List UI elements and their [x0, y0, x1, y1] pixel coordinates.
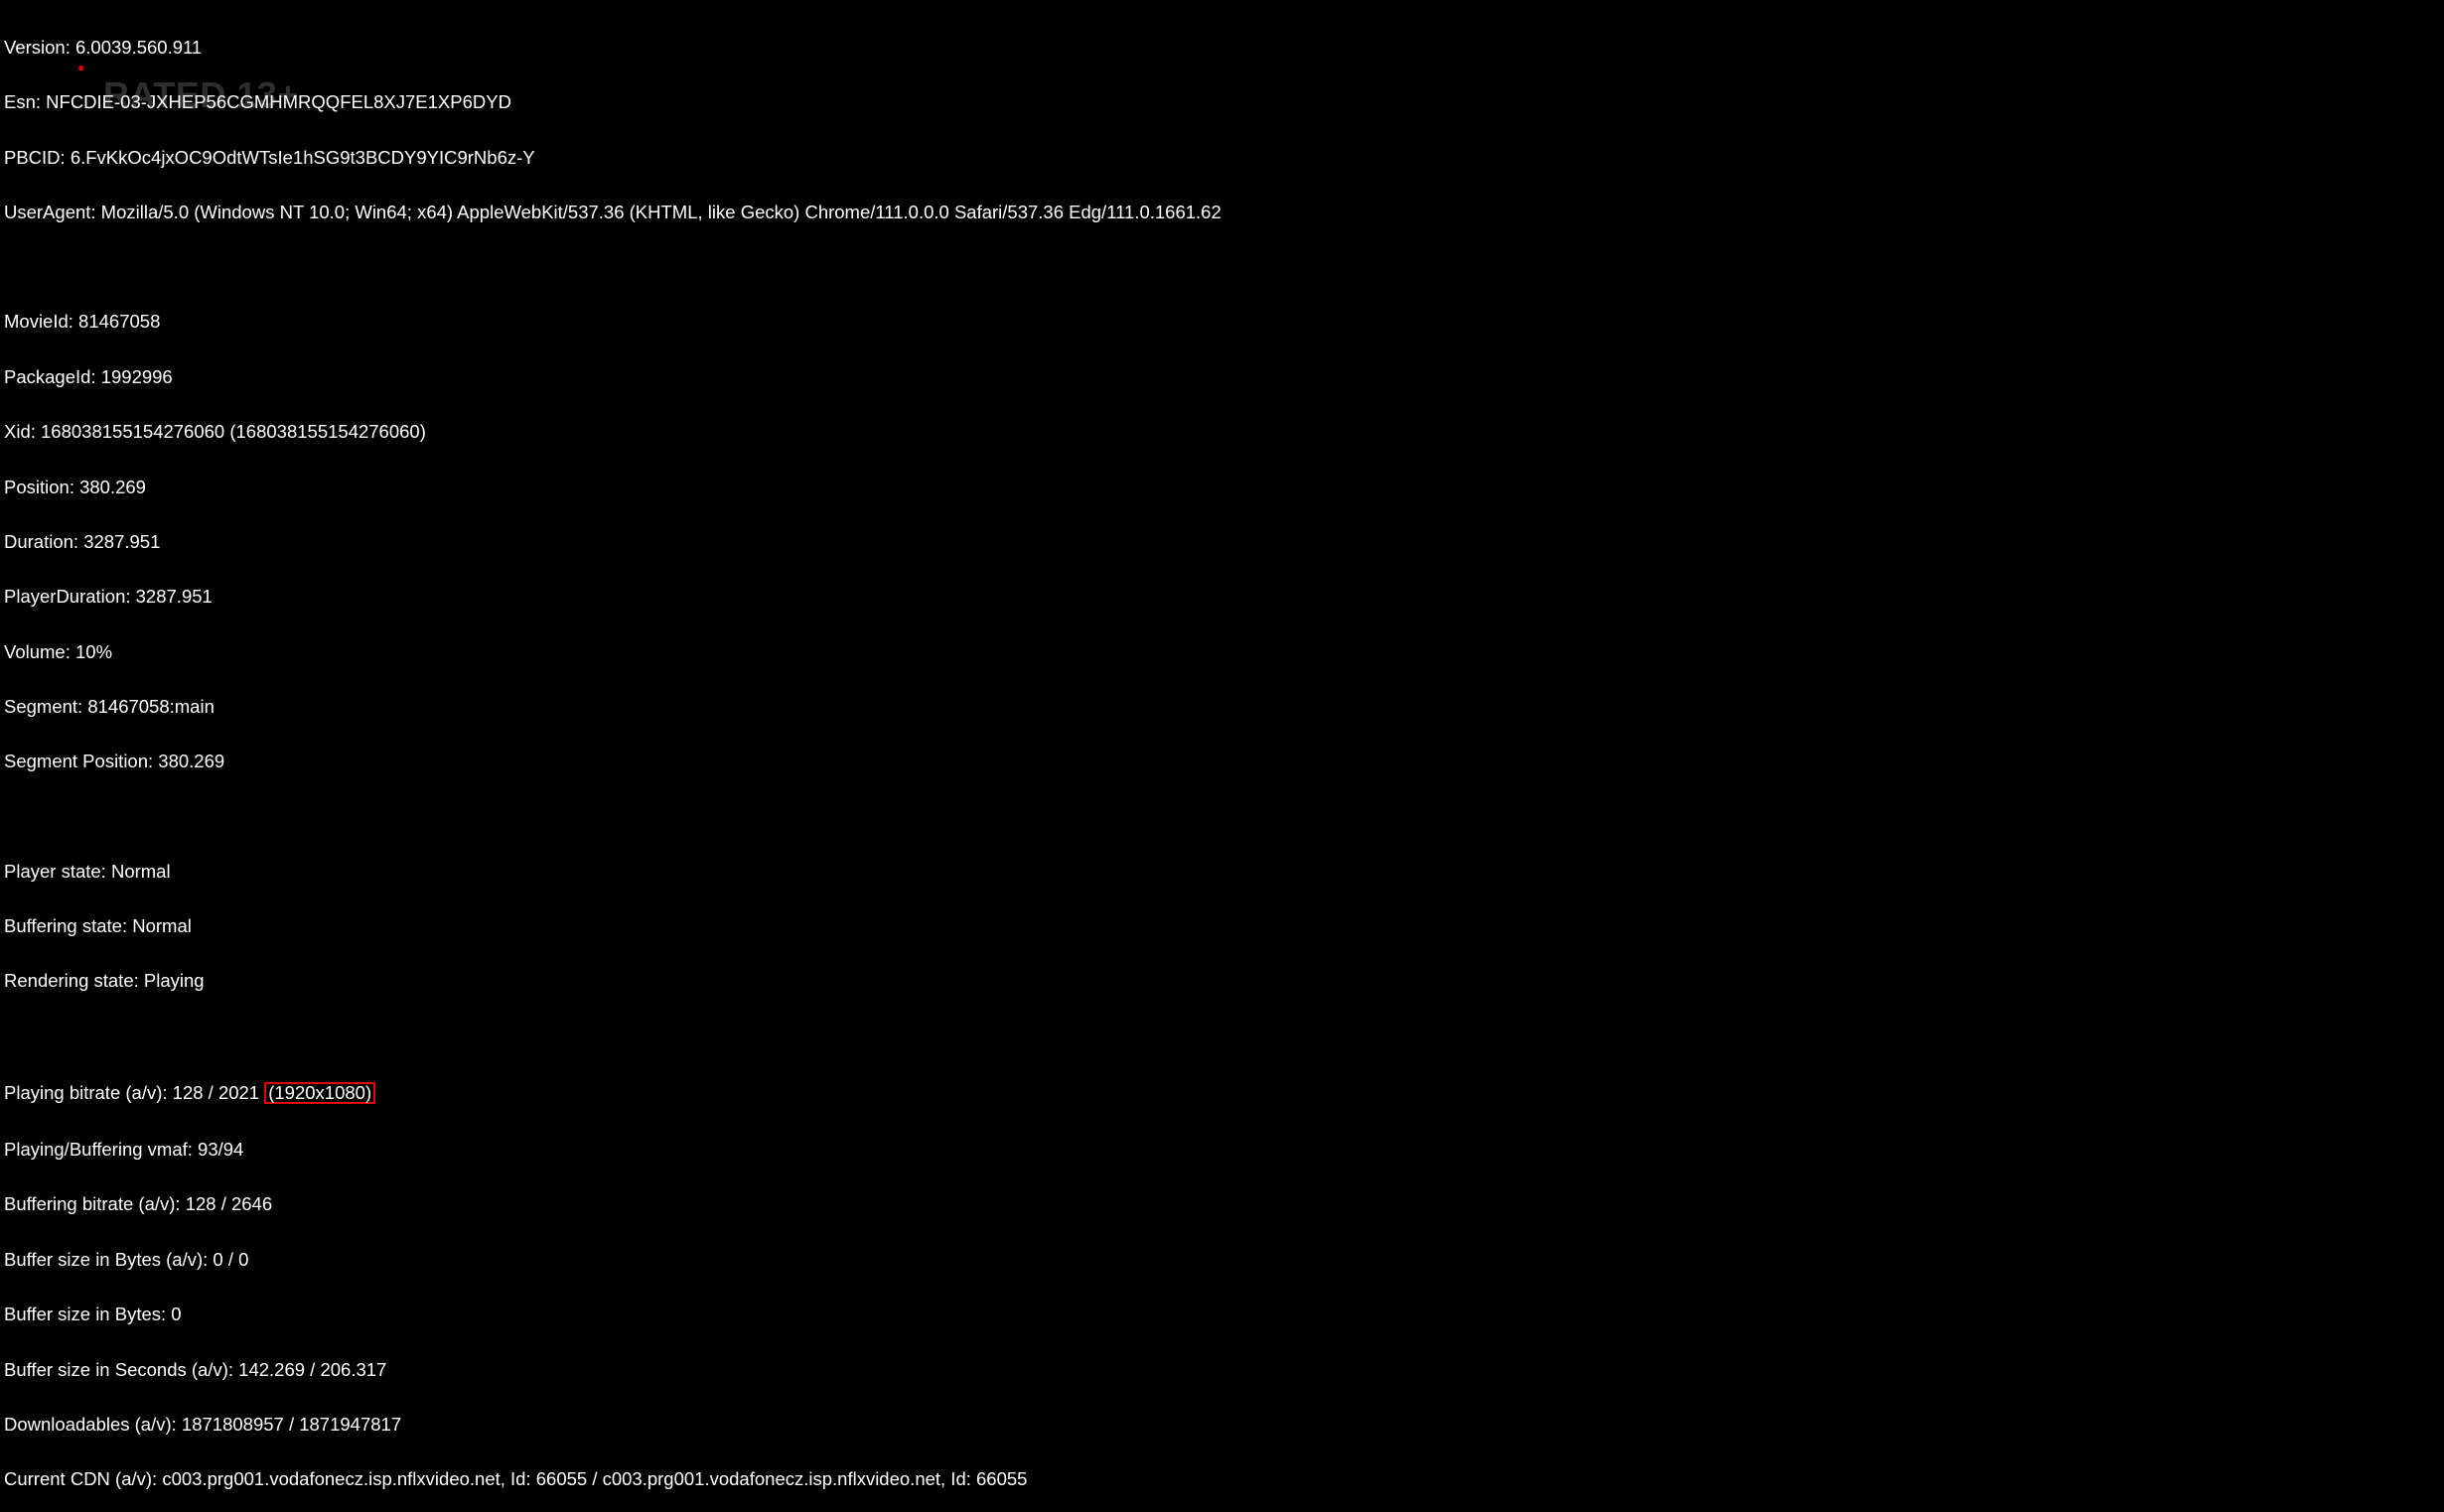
- player-duration-line: PlayerDuration: 3287.951: [4, 588, 1630, 606]
- version-line: Version: 6.0039.560.911: [4, 39, 1630, 57]
- duration-line: Duration: 3287.951: [4, 533, 1630, 551]
- buffering-bitrate-line: Buffering bitrate (a/v): 128 / 2646: [4, 1195, 1630, 1213]
- cdn-line: Current CDN (a/v): c003.prg001.vodafonec…: [4, 1470, 1630, 1488]
- debug-overlay: Version: 6.0039.560.911 Esn: NFCDIE-03-J…: [4, 2, 1630, 1512]
- resolution-highlight: (1920x1080): [264, 1082, 375, 1104]
- player-state-line: Player state: Normal: [4, 863, 1630, 881]
- volume-line: Volume: 10%: [4, 643, 1630, 661]
- user-agent-line: UserAgent: Mozilla/5.0 (Windows NT 10.0;…: [4, 204, 1630, 221]
- pbcid-line: PBCID: 6.FvKkOc4jxOC9OdtWTsIe1hSG9t3BCDY…: [4, 149, 1630, 167]
- rendering-state-line: Rendering state: Playing: [4, 972, 1630, 990]
- vmaf-line: Playing/Buffering vmaf: 93/94: [4, 1141, 1630, 1159]
- downloadables-line: Downloadables (a/v): 1871808957 / 187194…: [4, 1416, 1630, 1434]
- esn-line: Esn: NFCDIE-03-JXHEP56CGMHMRQQFEL8XJ7E1X…: [4, 93, 1630, 111]
- buffer-bytes-line: Buffer size in Bytes: 0: [4, 1306, 1630, 1323]
- buffer-seconds-line: Buffer size in Seconds (a/v): 142.269 / …: [4, 1361, 1630, 1379]
- movie-id-line: MovieId: 81467058: [4, 313, 1630, 331]
- position-line: Position: 380.269: [4, 479, 1630, 496]
- package-id-line: PackageId: 1992996: [4, 368, 1630, 386]
- segment-position-line: Segment Position: 380.269: [4, 753, 1630, 770]
- segment-line: Segment: 81467058:main: [4, 698, 1630, 716]
- buffering-state-line: Buffering state: Normal: [4, 917, 1630, 935]
- playing-bitrate-line: Playing bitrate (a/v): 128 / 2021 (1920x…: [4, 1082, 1630, 1104]
- playing-bitrate-prefix: Playing bitrate (a/v): 128 / 2021: [4, 1082, 264, 1103]
- buffer-bytes-av-line: Buffer size in Bytes (a/v): 0 / 0: [4, 1251, 1630, 1269]
- xid-line: Xid: 168038155154276060 (168038155154276…: [4, 423, 1630, 441]
